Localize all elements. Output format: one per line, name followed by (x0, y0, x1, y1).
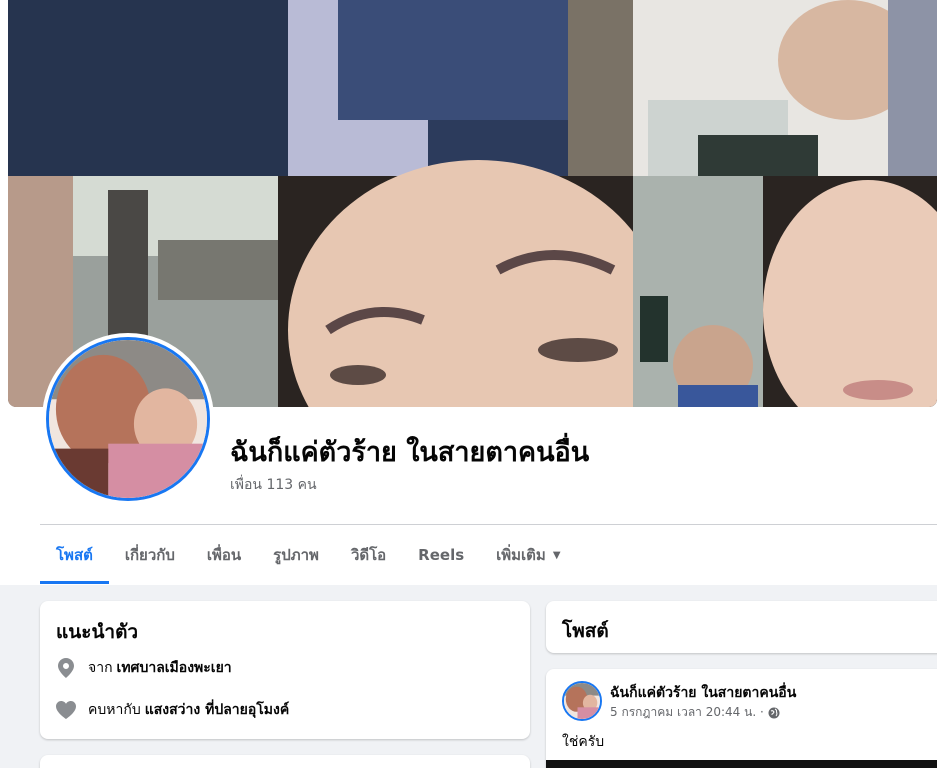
tab-posts[interactable]: โพสต์ (40, 526, 109, 584)
location-pin-icon (56, 658, 76, 678)
relationship-prefix: คบหากับ (88, 702, 141, 718)
profile-tabs: โพสต์ เกี่ยวกับ เพื่อน รูปภาพ วิดีโอ Ree… (40, 526, 577, 584)
heart-icon (56, 700, 76, 720)
post-meta: 5 กรกฎาคม เวลา 20:44 น. · (610, 703, 780, 722)
tab-label: รูปภาพ (273, 546, 319, 564)
intro-title: แนะนำตัว (56, 621, 139, 643)
tab-label: เพิ่มเติม (496, 546, 546, 564)
post-author-avatar[interactable] (562, 681, 602, 721)
globe-icon[interactable] (768, 707, 780, 719)
post-media[interactable] (546, 760, 937, 768)
next-card (40, 755, 530, 768)
header-divider (40, 524, 937, 525)
friend-count[interactable]: เพื่อน 113 คน (230, 474, 317, 496)
tab-label: เกี่ยวกับ (124, 546, 175, 564)
tab-more[interactable]: เพิ่มเติม ▼ (480, 526, 576, 584)
intro-relationship: คบหากับ แสงสว่าง ที่ปลายอุโมงค์ (56, 699, 289, 721)
profile-name: ฉันก็แค่ตัวร้าย ในสายตาคนอื่น (230, 437, 590, 468)
intro-location: จาก เทศบาลเมืองพะเยา (56, 657, 232, 679)
tab-photos[interactable]: รูปภาพ (257, 526, 335, 584)
profile-avatar[interactable] (42, 333, 214, 505)
location-value[interactable]: เทศบาลเมืองพะเยา (117, 657, 232, 679)
tab-label: วิดีโอ (350, 546, 387, 564)
post-card: ฉันก็แค่ตัวร้าย ในสายตาคนอื่น 5 กรกฎาคม … (546, 669, 937, 768)
tab-reels[interactable]: Reels (402, 526, 480, 584)
tab-label: โพสต์ (56, 546, 93, 564)
tab-friends[interactable]: เพื่อน (191, 526, 257, 584)
location-prefix: จาก (88, 660, 113, 676)
posts-header-card: โพสต์ (546, 601, 937, 653)
tab-label: เพื่อน (206, 546, 242, 564)
avatar-ring (46, 337, 210, 501)
tab-label: Reels (418, 546, 465, 564)
relationship-value[interactable]: แสงสว่าง ที่ปลายอุโมงค์ (145, 699, 290, 721)
post-author-name[interactable]: ฉันก็แค่ตัวร้าย ในสายตาคนอื่น (610, 682, 796, 704)
intro-card: แนะนำตัว จาก เทศบาลเมืองพะเยา คบหากับ แส… (40, 601, 530, 739)
post-date[interactable]: 5 กรกฎาคม เวลา 20:44 น. · (610, 703, 764, 722)
tab-about[interactable]: เกี่ยวกับ (109, 526, 191, 584)
tab-videos[interactable]: วิดีโอ (335, 526, 402, 584)
caret-down-icon: ▼ (552, 549, 561, 561)
posts-title: โพสต์ (562, 620, 609, 642)
post-text: ใช่ครับ (562, 734, 605, 750)
